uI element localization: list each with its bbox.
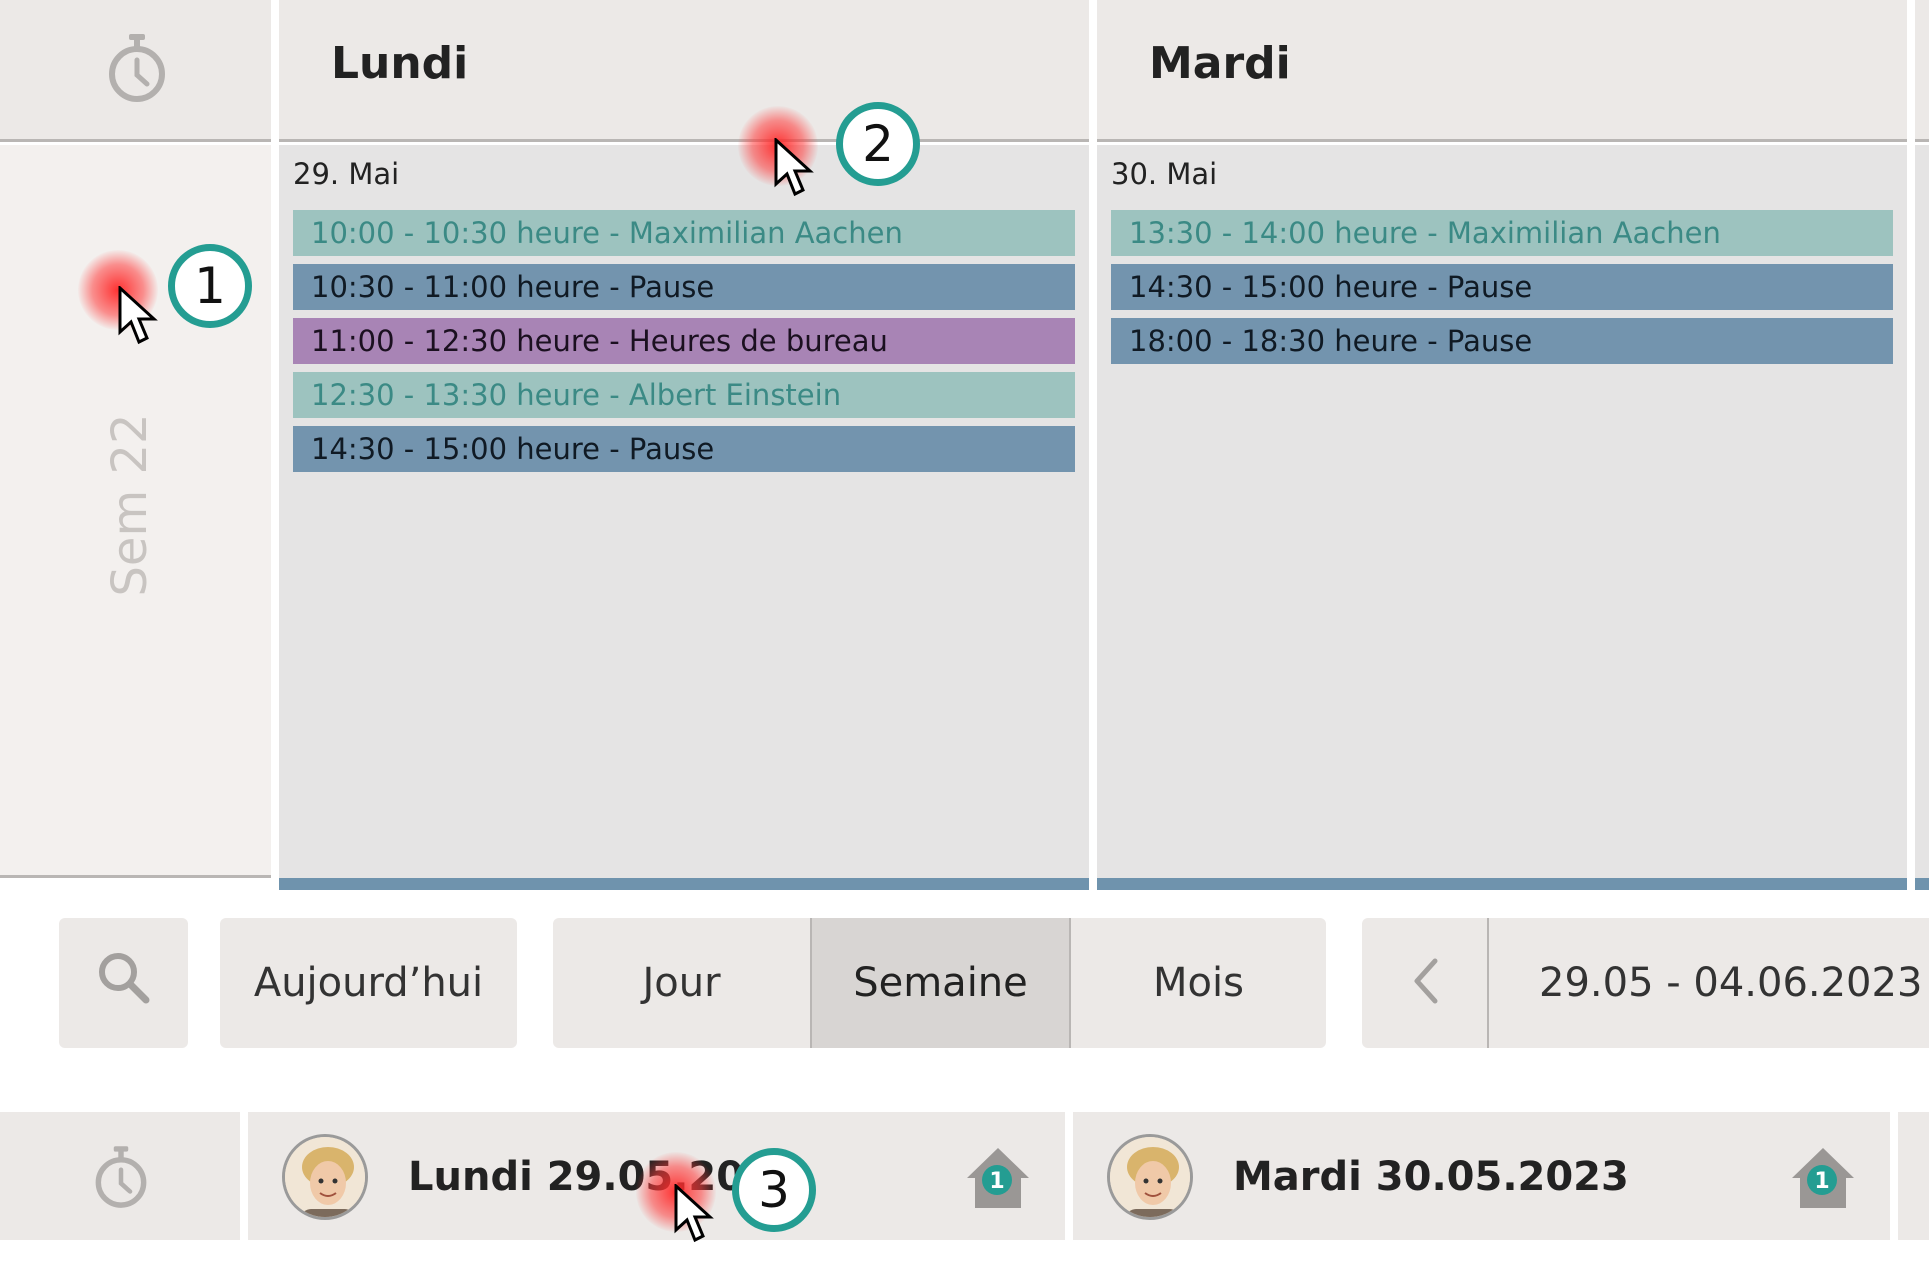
step-badge: 3 (732, 1148, 816, 1232)
calendar-event[interactable]: 10:00 - 10:30 heure - Maximilian Aachen (293, 210, 1075, 256)
event-list: 10:00 - 10:30 heure - Maximilian Aachen … (293, 210, 1075, 480)
calendar-event[interactable]: 18:00 - 18:30 heure - Pause (1111, 318, 1893, 364)
calendar-event[interactable]: 12:30 - 13:30 heure - Albert Einstein (293, 372, 1075, 418)
calendar-toolbar: Aujourd’hui Jour Semaine Mois 29.05 - 04… (0, 918, 1929, 1048)
view-switcher: Jour Semaine Mois (553, 918, 1326, 1048)
day-name: Lundi (331, 38, 469, 89)
previous-period-button[interactable] (1362, 918, 1489, 1048)
step-badge: 1 (168, 244, 252, 328)
cursor-icon (774, 136, 814, 202)
calendar-event[interactable]: 13:30 - 14:00 heure - Maximilian Aachen (1111, 210, 1893, 256)
day-footer-bar (279, 878, 1089, 890)
calendar-event[interactable]: 11:00 - 12:30 heure - Heures de bureau (293, 318, 1075, 364)
view-day-button[interactable]: Jour (553, 918, 810, 1048)
home-badge-count: 1 (989, 1169, 1004, 1194)
day-column-next (1915, 0, 1929, 890)
step-badge: 2 (836, 102, 920, 186)
day-column-tuesday: Mardi 30. Mai 13:30 - 14:00 heure - Maxi… (1097, 0, 1907, 890)
week-calendar: Sem 22 Lundi 29. Mai 10:00 - 10:30 heure… (0, 0, 1929, 890)
avatar (282, 1134, 368, 1220)
day-name: Mardi (1149, 38, 1291, 89)
day-header-monday[interactable]: Lundi (279, 0, 1089, 142)
stopwatch-icon (92, 1142, 150, 1216)
day-header-card-tuesday[interactable]: Mardi 30.05.2023 1 (1073, 1112, 1890, 1240)
day-body-monday[interactable]: 29. Mai 10:00 - 10:30 heure - Maximilian… (279, 145, 1089, 878)
day-body-next (1915, 145, 1929, 878)
day-header-tuesday[interactable]: Mardi (1097, 0, 1907, 142)
calendar-event[interactable]: 14:30 - 15:00 heure - Pause (293, 426, 1075, 472)
cursor-icon (674, 1182, 714, 1248)
chevron-left-icon (1407, 955, 1443, 1011)
date-range-label[interactable]: 29.05 - 04.06.2023 (1489, 918, 1929, 1048)
home-badge-icon[interactable]: 1 (961, 1142, 1035, 1216)
day-date: 29. Mai (293, 157, 400, 191)
home-badge-icon[interactable]: 1 (1786, 1142, 1860, 1216)
day-date: 30. Mai (1111, 157, 1218, 191)
today-button[interactable]: Aujourd’hui (220, 918, 517, 1048)
stopwatch-icon (105, 30, 169, 110)
search-icon (94, 948, 154, 1018)
day-column-monday: Lundi 29. Mai 10:00 - 10:30 heure - Maxi… (279, 0, 1089, 890)
day-header-strip: Lundi 29.05.2023 1 Mardi 30.05.2023 1 (0, 1112, 1929, 1240)
view-week-button[interactable]: Semaine (812, 918, 1069, 1048)
cursor-icon (118, 284, 158, 350)
day-footer-bar (1915, 878, 1929, 890)
day-body-tuesday[interactable]: 30. Mai 13:30 - 14:00 heure - Maximilian… (1097, 145, 1907, 878)
home-badge-count: 1 (1814, 1169, 1829, 1194)
calendar-event[interactable]: 14:30 - 15:00 heure - Pause (1111, 264, 1893, 310)
day-footer-bar (1097, 878, 1907, 890)
calendar-corner (0, 0, 271, 142)
view-month-button[interactable]: Mois (1071, 918, 1326, 1048)
strip-corner (0, 1112, 240, 1240)
calendar-event[interactable]: 10:30 - 11:00 heure - Pause (293, 264, 1075, 310)
week-number-label: Sem 22 (102, 413, 158, 597)
event-list: 13:30 - 14:00 heure - Maximilian Aachen … (1111, 210, 1893, 372)
day-header-date: Mardi 30.05.2023 (1233, 1154, 1629, 1200)
day-header-next (1915, 0, 1929, 142)
date-navigation: 29.05 - 04.06.2023 (1362, 918, 1929, 1048)
search-button[interactable] (59, 918, 188, 1048)
avatar (1107, 1134, 1193, 1220)
day-header-card-next (1898, 1112, 1929, 1240)
